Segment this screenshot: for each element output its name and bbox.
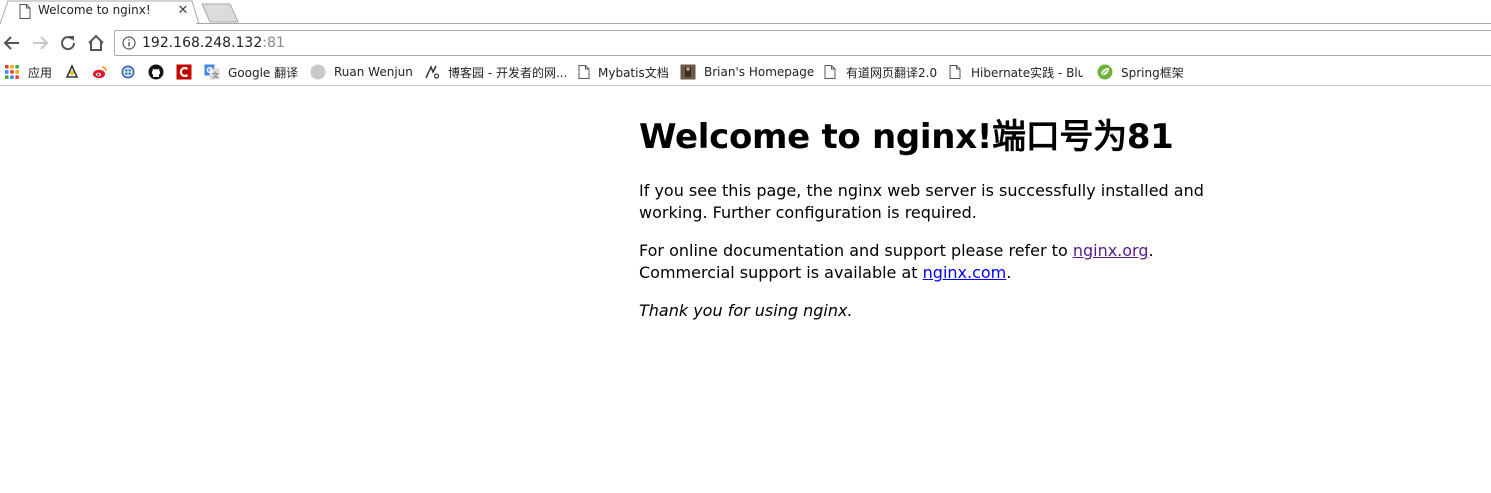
svg-text:文: 文 — [212, 71, 219, 80]
page-title: Welcome to nginx!端口号为81 — [639, 117, 1174, 157]
bookmark-youdao[interactable]: 有道网页翻译2.0 — [822, 63, 937, 81]
browser-toolbar: 192.168.248.132:81 — [0, 28, 1491, 58]
address-bar[interactable]: 192.168.248.132:81 — [114, 30, 1491, 56]
bookmark-label: Google 翻译 — [228, 65, 299, 80]
bookmark-apps[interactable]: 应用 — [4, 63, 52, 81]
page-icon — [19, 4, 31, 19]
tab-strip-divider — [196, 23, 1491, 24]
tab-close-icon[interactable]: ✕ — [175, 3, 191, 19]
avatar-circle-icon — [310, 64, 326, 80]
forward-button[interactable] — [28, 31, 52, 55]
globe-icon — [120, 64, 136, 80]
url-port: :81 — [262, 35, 285, 51]
url-host: 192.168.248.132 — [142, 35, 263, 51]
commercial-text: Commercial support is available at — [639, 263, 923, 282]
bookmark-hibernate[interactable]: Hibernate实践 - Blu — [947, 63, 1083, 81]
nginx-welcome-content: Welcome to nginx!端口号为81 If you see this … — [639, 87, 1239, 322]
intro-paragraph: If you see this page, the nginx web serv… — [639, 181, 1204, 222]
nginx-org-link[interactable]: nginx.org — [1073, 241, 1149, 260]
bookmark-label: Mybatis文档 — [598, 65, 669, 80]
bookmark-csdn[interactable] — [176, 63, 198, 81]
page-icon — [822, 64, 838, 80]
page-viewport: Welcome to nginx!端口号为81 If you see this … — [0, 87, 1491, 493]
thanks-paragraph: Thank you for using nginx. — [639, 300, 1239, 322]
home-icon — [88, 34, 104, 51]
new-tab-button[interactable] — [201, 3, 239, 23]
bookmark-spring[interactable]: Spring框架 — [1097, 63, 1184, 81]
bookmark-icon — [64, 64, 80, 80]
cnblogs-icon — [424, 64, 440, 80]
bookmark-icon-only[interactable] — [64, 63, 86, 81]
tab-strip: Welcome to nginx! ✕ — [0, 0, 1491, 28]
bookmark-label: Spring框架 — [1121, 65, 1184, 80]
reload-button[interactable] — [56, 31, 80, 55]
bookmark-label: Brian's Homepage — [704, 65, 815, 79]
bookmark-label: 博客园 - 开发者的网... — [448, 65, 566, 80]
csdn-icon — [176, 64, 192, 80]
back-button[interactable] — [0, 31, 24, 55]
bookmark-globe[interactable] — [120, 63, 142, 81]
tab-title: Welcome to nginx! — [38, 3, 151, 17]
weibo-icon — [92, 64, 108, 80]
thanks-text: Thank you for using nginx. — [639, 301, 853, 320]
docs-paragraph: For online documentation and support ple… — [639, 240, 1239, 284]
reload-icon — [61, 36, 76, 51]
url-text[interactable]: 192.168.248.132:81 — [142, 35, 285, 51]
back-arrow-icon — [3, 36, 19, 50]
forward-arrow-icon — [33, 36, 49, 50]
bookmark-ruan-wenjun[interactable]: Ruan Wenjun — [310, 63, 413, 81]
tab-active[interactable]: Welcome to nginx! ✕ — [8, 1, 194, 23]
bookmark-label: Hibernate实践 - Blu — [971, 65, 1083, 80]
home-button[interactable] — [84, 31, 108, 55]
photo-icon — [680, 64, 696, 80]
google-translate-icon: G文 — [204, 64, 220, 80]
bookmark-brian[interactable]: Brian's Homepage — [680, 63, 814, 81]
bookmark-label: 有道网页翻译2.0 — [846, 65, 938, 80]
docs-text: For online documentation and support ple… — [639, 241, 1073, 260]
bookmark-mybatis[interactable]: Mybatis文档 — [576, 63, 669, 81]
bookmark-label: 应用 — [28, 65, 53, 80]
github-icon — [148, 64, 164, 80]
info-icon[interactable] — [122, 36, 136, 50]
page-icon — [947, 64, 963, 80]
spring-leaf-icon — [1097, 64, 1113, 80]
bookmark-weibo[interactable] — [92, 63, 114, 81]
bookmark-github[interactable] — [148, 63, 170, 81]
docs-period: . — [1148, 241, 1154, 260]
page-icon — [576, 64, 592, 80]
commercial-period: . — [1006, 263, 1012, 282]
bookmarks-bar: 应用 G文 Google 翻译 Ruan Wenjun 博客园 - 开发者的网.… — [0, 59, 1491, 86]
bookmark-cnblogs[interactable]: 博客园 - 开发者的网... — [424, 63, 566, 81]
nginx-com-link[interactable]: nginx.com — [923, 263, 1007, 282]
apps-grid-icon — [4, 64, 20, 80]
bookmark-google-translate[interactable]: G文 Google 翻译 — [204, 63, 298, 81]
bookmark-label: Ruan Wenjun — [334, 65, 413, 79]
